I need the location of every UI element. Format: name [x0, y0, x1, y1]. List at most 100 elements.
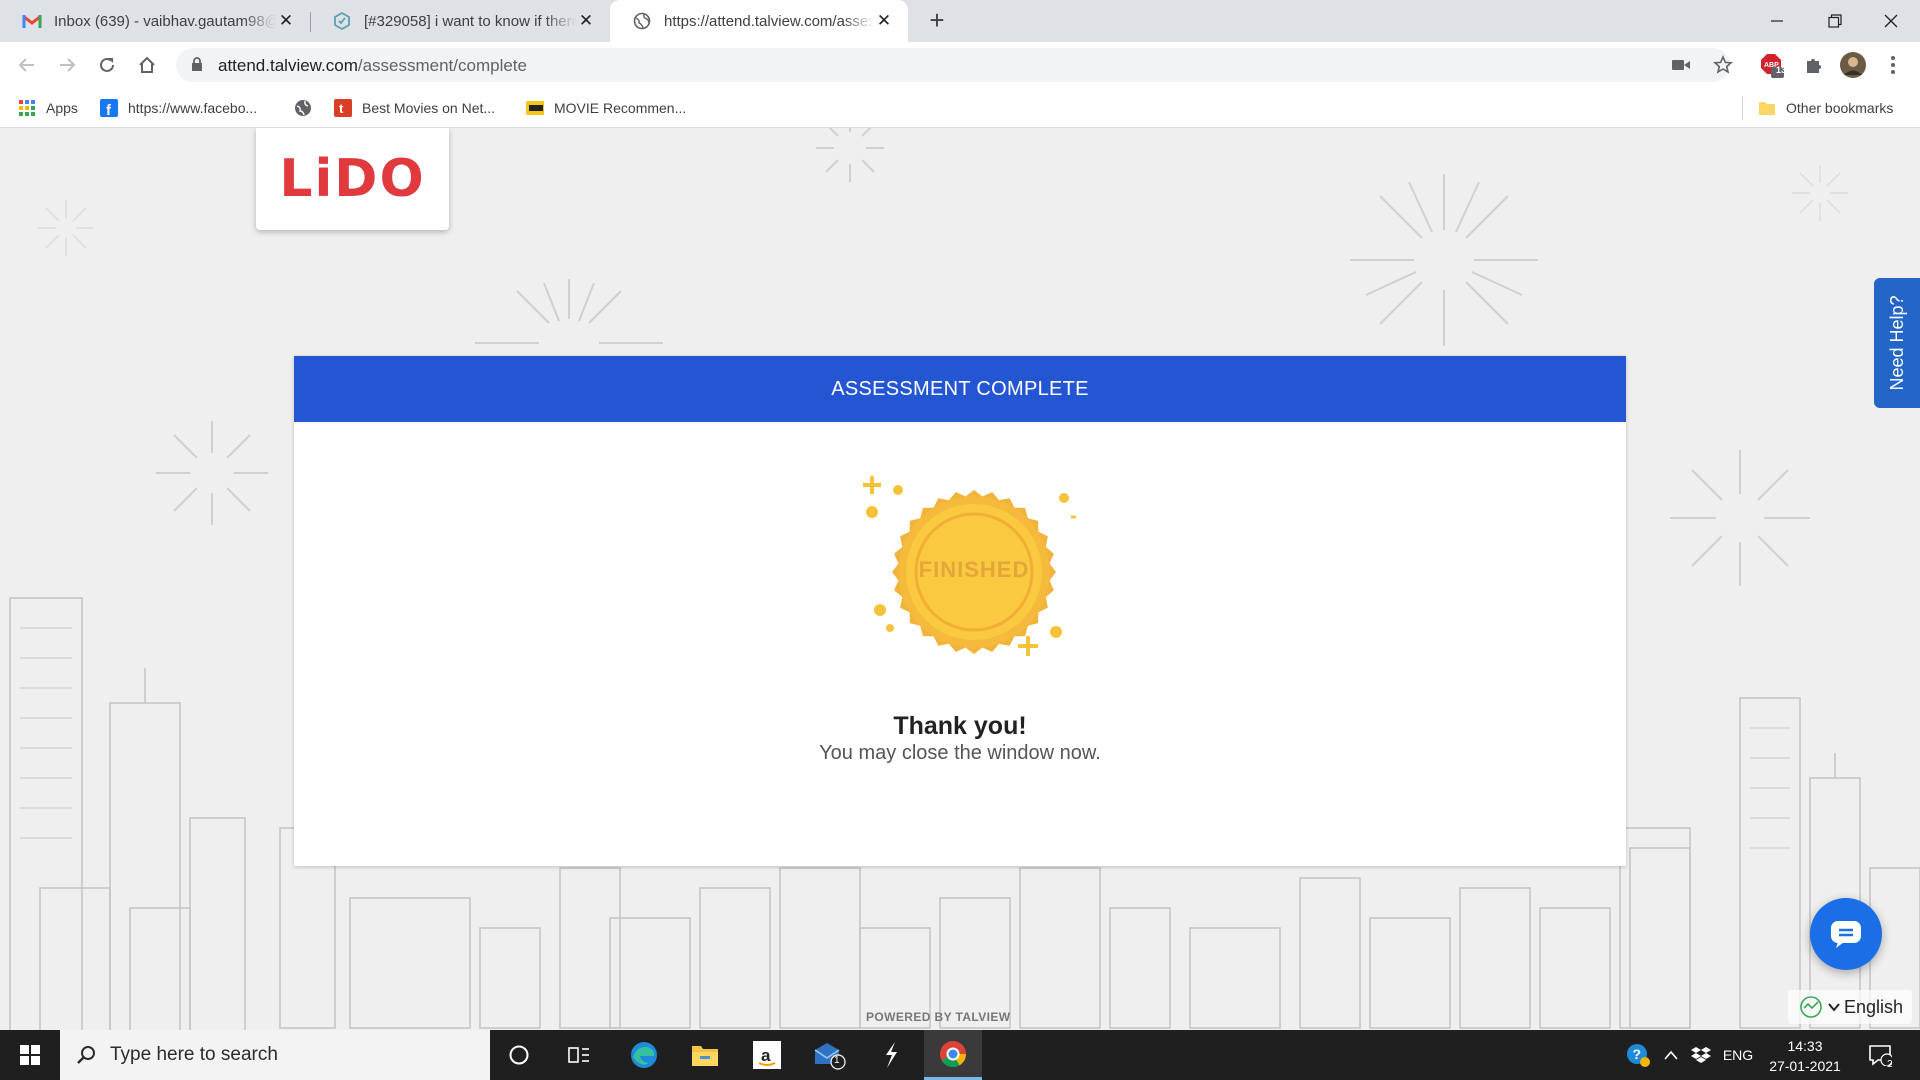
mail-icon — [814, 1043, 846, 1070]
back-button[interactable] — [12, 50, 42, 80]
close-icon[interactable]: ✕ — [576, 11, 596, 31]
dropbox-icon — [1691, 1047, 1711, 1063]
bookmark-star-icon[interactable] — [1708, 50, 1738, 80]
taskbar-chrome-active[interactable] — [924, 1030, 982, 1080]
card-header: ASSESSMENT COMPLETE — [294, 356, 1626, 422]
extensions-puzzle-icon[interactable] — [1798, 50, 1828, 80]
ticket-icon — [332, 11, 352, 31]
tab-title: https://attend.talview.com/assessment/co… — [664, 12, 874, 30]
close-window-message: You may close the window now. — [819, 742, 1101, 764]
help-tray-icon[interactable]: ? — [1620, 1030, 1656, 1080]
thank-you-heading: Thank you! — [893, 712, 1027, 740]
taskbar-file-explorer[interactable] — [676, 1030, 734, 1080]
minimize-button[interactable] — [1748, 0, 1806, 42]
bookmark-label: MOVIE Recommen... — [554, 100, 687, 116]
extension-badge: 13 — [1776, 65, 1787, 75]
cortana-button[interactable] — [490, 1030, 548, 1080]
task-view-button[interactable] — [550, 1030, 608, 1080]
bookmark-apps[interactable]: Apps — [18, 96, 78, 120]
close-icon[interactable]: ✕ — [874, 11, 894, 31]
imdb-icon — [526, 99, 544, 117]
language-label: English — [1844, 996, 1904, 1017]
tab-title: [#329058] i want to know if there is — [364, 12, 576, 30]
tab-ticket[interactable]: [#329058] i want to know if there is ✕ — [310, 0, 610, 42]
system-clock[interactable]: 14:33 27-01-2021 — [1760, 1036, 1850, 1076]
globe-icon — [632, 11, 652, 31]
badge-label: FINISHED — [918, 557, 1030, 582]
folder-icon — [1758, 99, 1776, 117]
other-bookmarks-label: Other bookmarks — [1786, 100, 1894, 116]
taskbar-mail[interactable]: 1 — [800, 1030, 858, 1080]
badge-label-wrap: FINISHED — [846, 460, 1076, 680]
tab-talview-active[interactable]: https://attend.talview.com/assessment/co… — [610, 0, 908, 42]
bookmark-best-movies[interactable]: t Best Movies on Net... — [334, 96, 495, 120]
bookmark-movie-recommendations[interactable]: MOVIE Recommen... — [526, 96, 686, 120]
forward-button[interactable] — [52, 50, 82, 80]
address-bar[interactable]: attend.talview.com/assessment/complete — [176, 48, 1730, 82]
amazon-icon: a — [753, 1041, 781, 1069]
bolt-icon — [886, 1042, 897, 1068]
search-placeholder: Type here to search — [110, 1044, 278, 1065]
powered-by-talview: POWERED BY TALVIEW — [866, 1010, 1011, 1024]
language-selector[interactable]: English — [1788, 990, 1912, 1024]
kebab-menu-icon[interactable] — [1878, 50, 1908, 80]
start-button[interactable] — [0, 1030, 60, 1080]
camera-icon[interactable] — [1666, 50, 1696, 80]
notification-count: 2 — [1887, 1059, 1893, 1070]
folder-icon — [692, 1046, 718, 1066]
help-icon: ? — [1627, 1044, 1650, 1067]
bookmark-label: Apps — [46, 100, 78, 116]
restore-button[interactable] — [1806, 0, 1864, 42]
browser-toolbar: attend.talview.com/assessment/complete A… — [0, 42, 1920, 88]
tab-gmail[interactable]: Inbox (639) - vaibhav.gautam98@gmail.com… — [0, 0, 310, 42]
chrome-icon — [940, 1040, 967, 1067]
bookmark-label: https://www.facebo... — [128, 100, 258, 116]
taskbar-app-bolt[interactable] — [862, 1030, 920, 1080]
assessment-page: LiDO ASSESSMENT COMPLETE FINISHED Thank … — [0, 128, 1920, 1030]
svg-text:a: a — [761, 1046, 771, 1065]
taskbar-edge[interactable] — [615, 1030, 673, 1080]
lido-logo: LiDO — [256, 128, 449, 230]
bookmark-globe[interactable] — [294, 96, 322, 120]
clock-date: 27-01-2021 — [1769, 1058, 1841, 1074]
other-bookmarks[interactable]: Other bookmarks — [1758, 96, 1893, 120]
bookmarks-divider — [1742, 96, 1743, 120]
bookmarks-bar: Apps f https://www.facebo... t Best Movi… — [0, 88, 1920, 128]
dropbox-tray-icon[interactable] — [1686, 1030, 1716, 1080]
taskbar-search-input[interactable]: Type here to search — [60, 1030, 490, 1080]
show-hidden-icons[interactable] — [1658, 1030, 1684, 1080]
chevron-up-icon — [1664, 1050, 1678, 1060]
cortana-icon — [509, 1045, 529, 1065]
t-icon: t — [334, 99, 352, 117]
url-host: attend.talview.com — [218, 56, 358, 75]
lock-icon[interactable] — [191, 57, 203, 77]
chevron-down-icon — [1828, 1003, 1840, 1012]
profile-avatar[interactable] — [1838, 50, 1868, 80]
action-center-button[interactable]: 2 — [1860, 1030, 1900, 1080]
need-help-label: Need Help? — [1886, 295, 1907, 391]
logo-text: LiDO — [279, 149, 426, 209]
need-help-tab[interactable]: Need Help? — [1874, 278, 1920, 408]
reload-button[interactable] — [92, 50, 122, 80]
gmail-icon — [22, 11, 42, 31]
edge-icon — [631, 1042, 657, 1068]
input-language[interactable]: ENG — [1718, 1030, 1758, 1080]
url-path: /assessment/complete — [357, 56, 527, 75]
windows-taskbar: Type here to search a 1 ? ENG 14:33 27-0… — [0, 1030, 1920, 1080]
tab-title: Inbox (639) - vaibhav.gautam98@gmail.com — [54, 12, 276, 30]
adblock-extension-icon[interactable]: ABP 13 — [1756, 50, 1786, 80]
close-icon[interactable]: ✕ — [276, 11, 296, 31]
assessment-complete-card: ASSESSMENT COMPLETE FINISHED Thank you! … — [294, 356, 1626, 866]
windows-logo-icon — [20, 1045, 40, 1065]
facebook-icon: f — [100, 99, 118, 117]
chat-launcher-button[interactable] — [1810, 898, 1882, 970]
task-view-icon — [568, 1047, 589, 1063]
taskbar-amazon[interactable]: a — [738, 1030, 796, 1080]
new-tab-button[interactable]: + — [922, 6, 952, 36]
search-icon — [77, 1046, 95, 1064]
close-window-button[interactable] — [1862, 0, 1920, 42]
bookmark-facebook[interactable]: f https://www.facebo... — [100, 96, 257, 120]
home-button[interactable] — [132, 50, 162, 80]
globe-icon — [294, 99, 312, 117]
svg-text:?: ? — [1633, 1046, 1642, 1062]
